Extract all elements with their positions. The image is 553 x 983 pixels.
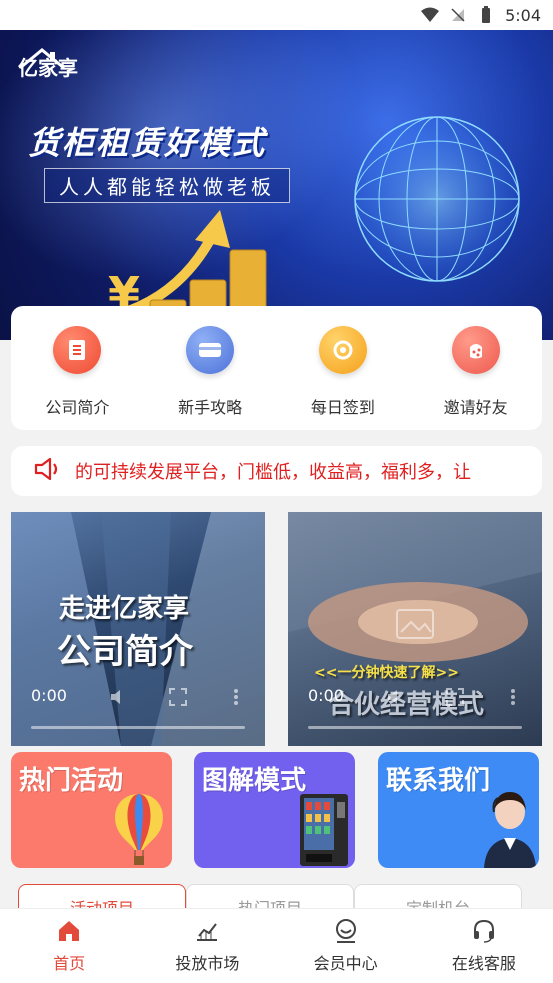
quick-item-invite-friends[interactable]: 邀请好友 [421,326,531,430]
wifi-icon [421,6,440,24]
feature-card-contact-us[interactable]: 联系我们 [378,752,539,868]
refresh-icon [318,326,367,374]
quick-item-beginner-guide[interactable]: 新手攻略 [155,326,265,430]
home-icon [59,921,80,941]
status-time: 5:04 [505,5,541,25]
video-caption-line1: 走进亿家享 [59,594,190,624]
nav-home[interactable]: 首页 [9,918,129,974]
fullscreen-icon[interactable] [446,688,464,706]
quick-item-label: 公司简介 [45,398,110,417]
bottom-navigation: 首页 投放市场 会员中心 在线客服 [0,908,553,983]
nav-market[interactable]: 投放市场 [147,918,267,974]
quick-item-daily-checkin[interactable]: 每日签到 [288,326,398,430]
video-section: 走进亿家享 公司简介 0:00 <<一分钟快速了解>> 合伙经营模式 0:00 [0,512,553,746]
chart-icon [197,923,218,941]
volume-icon[interactable] [109,688,127,706]
status-bar: 5:04 [0,0,553,30]
feature-title: 联系我们 [386,766,491,796]
headset-icon [473,919,494,943]
digital-globe-icon [354,116,520,282]
speaker-icon [33,455,61,487]
quick-menu: 公司简介 新手攻略 每日签到 邀请好友 [11,306,542,430]
battery-icon [477,6,495,24]
more-options-icon[interactable] [504,688,522,706]
video-player-partnership-model[interactable]: <<一分钟快速了解>> 合伙经营模式 0:00 [288,512,542,746]
quick-item-label: 新手攻略 [178,398,243,417]
video-progress-bar[interactable] [31,726,245,729]
vending-machine-icon [300,794,348,866]
notice-bar[interactable]: 的可持续发展平台，门槛低，收益高，福利多，让 [11,446,542,496]
fullscreen-icon[interactable] [169,688,187,706]
customer-service-agent-icon [484,792,536,868]
video-progress-bar[interactable] [308,726,522,729]
volume-icon[interactable] [386,688,404,706]
nav-customer-service[interactable]: 在线客服 [424,918,544,974]
hero-banner[interactable]: 亿家享 货柜租赁好模式 人人都能轻松做老板 ¥ [0,30,553,340]
feature-card-hot-activities[interactable]: 热门活动 [11,752,172,868]
quick-item-label: 邀请好友 [443,398,508,417]
no-signal-icon [449,6,467,24]
nav-label: 会员中心 [313,954,378,973]
card-icon [186,326,235,374]
banner-subtitle: 人人都能轻松做老板 [44,168,290,203]
notice-text: 的可持续发展平台，门槛低，收益高，福利多，让 [75,462,471,483]
nav-label: 首页 [53,954,86,973]
video-caption-line1: <<一分钟快速了解>> [314,665,459,681]
video-caption-line2: 公司简介 [57,632,193,672]
video-time: 0:00 [308,686,344,705]
nav-member-center[interactable]: 会员中心 [286,918,406,974]
more-options-icon[interactable] [227,688,245,706]
logo-text: 亿家享 [18,56,78,80]
feature-title: 热门活动 [19,766,124,796]
app-screen: 5:04 亿家享 货柜租赁好模式 人人都能轻松做老板 ¥ 公司简介 新手攻略 每… [0,0,553,983]
nav-label: 在线客服 [451,954,516,973]
video-player-company-intro[interactable]: 走进亿家享 公司简介 0:00 [11,512,265,746]
feature-card-illustrated-model[interactable]: 图解模式 [194,752,355,868]
nav-label: 投放市场 [175,954,240,973]
feature-title: 图解模式 [202,766,307,796]
image-placeholder-icon [396,609,434,639]
quick-item-label: 每日签到 [310,398,375,417]
banner-title: 货柜租赁好模式 [28,124,267,162]
hot-air-balloon-icon [115,794,163,865]
quick-item-company-intro[interactable]: 公司简介 [22,326,132,430]
video-time: 0:00 [31,686,67,705]
document-icon [53,326,102,374]
share-icon [451,326,500,374]
member-icon [335,919,356,943]
